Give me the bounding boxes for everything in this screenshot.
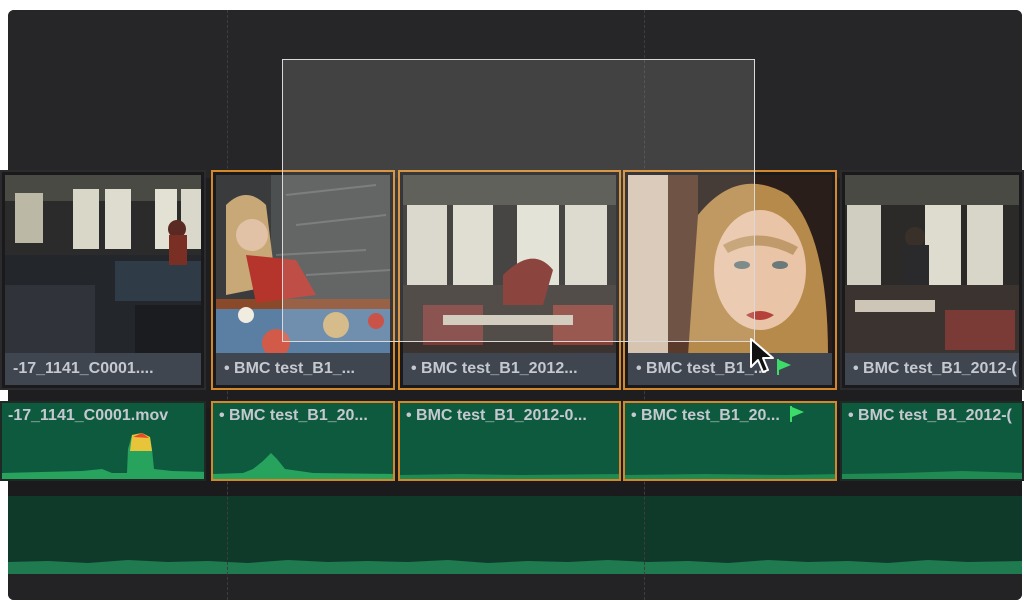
timeline-bottom-area (8, 574, 1022, 600)
clip-label: • BMC test_B1_2012-( (845, 353, 1019, 385)
flag-icon[interactable] (789, 406, 804, 422)
audio-clip[interactable]: • BMC test_B1_2012-( (840, 401, 1024, 481)
clip-label: • BMC test_B1_2012-0... (406, 407, 587, 424)
audio-waveform (2, 433, 204, 479)
audio-waveform (8, 560, 1022, 574)
clip-label: • BMC test_B1_... (628, 353, 832, 385)
cursor-arrow-icon (750, 338, 774, 373)
video-clip[interactable]: -17_1141_C0001.... (0, 170, 206, 390)
clip-label: • BMC test_B1_2012... (403, 353, 616, 385)
audio-clip[interactable]: • BMC test_B1_20... (623, 401, 837, 481)
audio-track-a2[interactable] (8, 496, 1022, 574)
clip-label: • BMC test_B1_20... (631, 405, 804, 427)
audio-waveform (400, 474, 619, 479)
audio-waveform (625, 474, 835, 479)
clip-label: • BMC test_B1_2012-( (848, 407, 1012, 424)
marquee-selection (282, 59, 755, 342)
video-clip[interactable]: • BMC test_B1_2012-( (840, 170, 1024, 390)
audio-waveform (213, 453, 393, 479)
audio-clip[interactable]: • BMC test_B1_20... (211, 401, 395, 481)
clip-thumbnail (5, 175, 201, 355)
clip-label: -17_1141_C0001.mov (8, 407, 169, 424)
audio-clip[interactable]: • BMC test_B1_2012-0... (398, 401, 621, 481)
clip-label: • BMC test_B1_... (216, 353, 390, 385)
clip-label: • BMC test_B1_20... (219, 407, 368, 424)
clip-thumbnail (845, 175, 1019, 355)
audio-clip[interactable]: -17_1141_C0001.mov (0, 401, 206, 481)
audio-waveform (842, 471, 1022, 479)
flag-icon[interactable] (776, 359, 791, 375)
clip-label: -17_1141_C0001.... (5, 353, 201, 385)
